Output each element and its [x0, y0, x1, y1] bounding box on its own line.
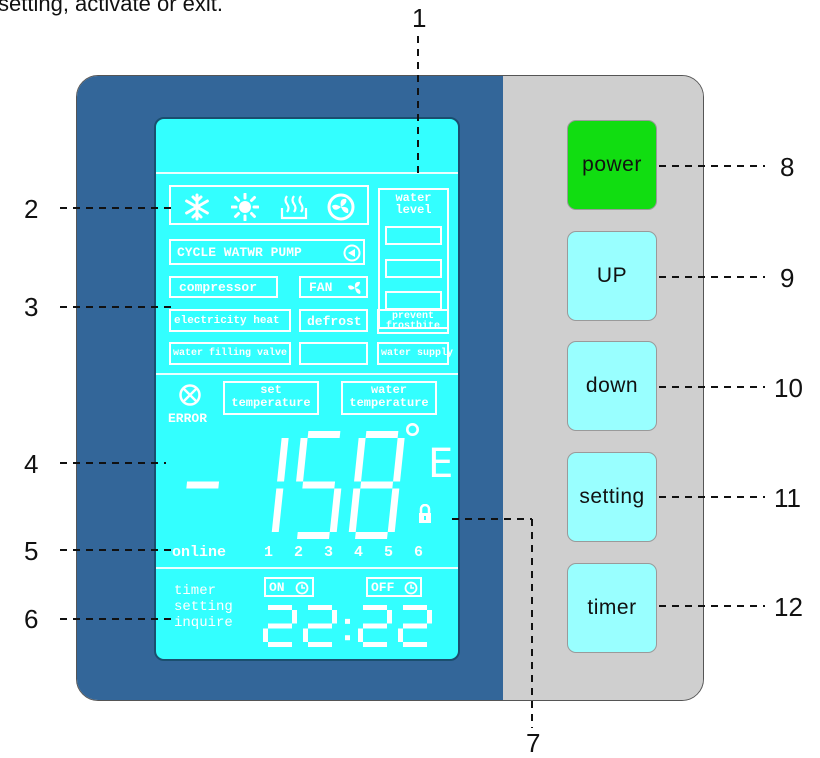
callout-11: 11	[774, 483, 801, 513]
callout-1: 1	[412, 3, 427, 33]
callout-2: 2	[24, 194, 39, 224]
callout-8: 8	[780, 152, 795, 182]
callout-4: 4	[24, 449, 39, 479]
callout-5: 5	[24, 536, 39, 566]
callout-3: 3	[24, 292, 39, 322]
callout-9: 9	[780, 263, 795, 293]
callout-leader-lines	[60, 36, 765, 728]
callout-6: 6	[24, 604, 39, 634]
callout-12: 12	[774, 592, 803, 622]
callout-10: 10	[774, 373, 803, 403]
callout-7: 7	[526, 728, 541, 758]
